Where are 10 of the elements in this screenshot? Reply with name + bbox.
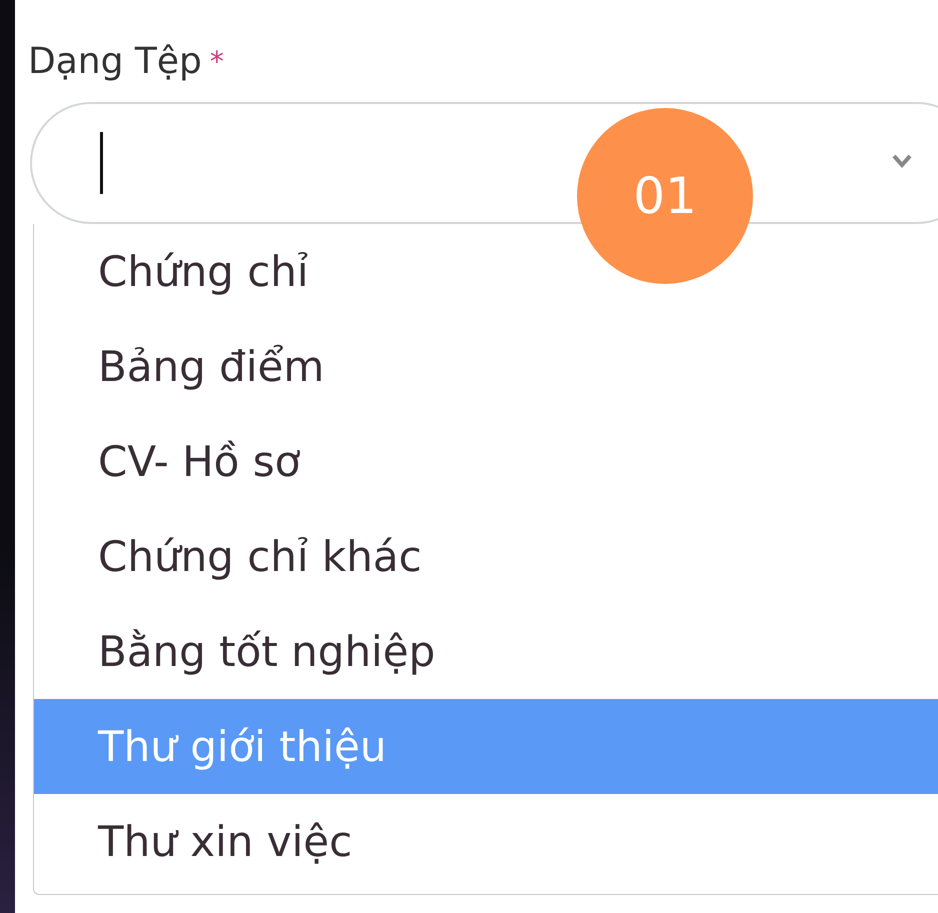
field-label: Dạng Tệp [28,40,202,84]
dropdown-option[interactable]: Bằng tốt nghiệp [34,604,938,699]
dropdown-option[interactable]: Chứng chỉ khác [34,509,938,604]
required-mark: * [210,44,224,80]
dropdown-option[interactable]: CV- Hồ sơ [34,414,938,509]
dropdown-option[interactable]: Thư xin việc [34,794,938,889]
chevron-down-icon[interactable] [892,154,912,168]
dropdown-option[interactable]: Bảng điểm [34,319,938,414]
step-number-badge: 01 [577,108,753,284]
text-cursor [100,132,103,194]
